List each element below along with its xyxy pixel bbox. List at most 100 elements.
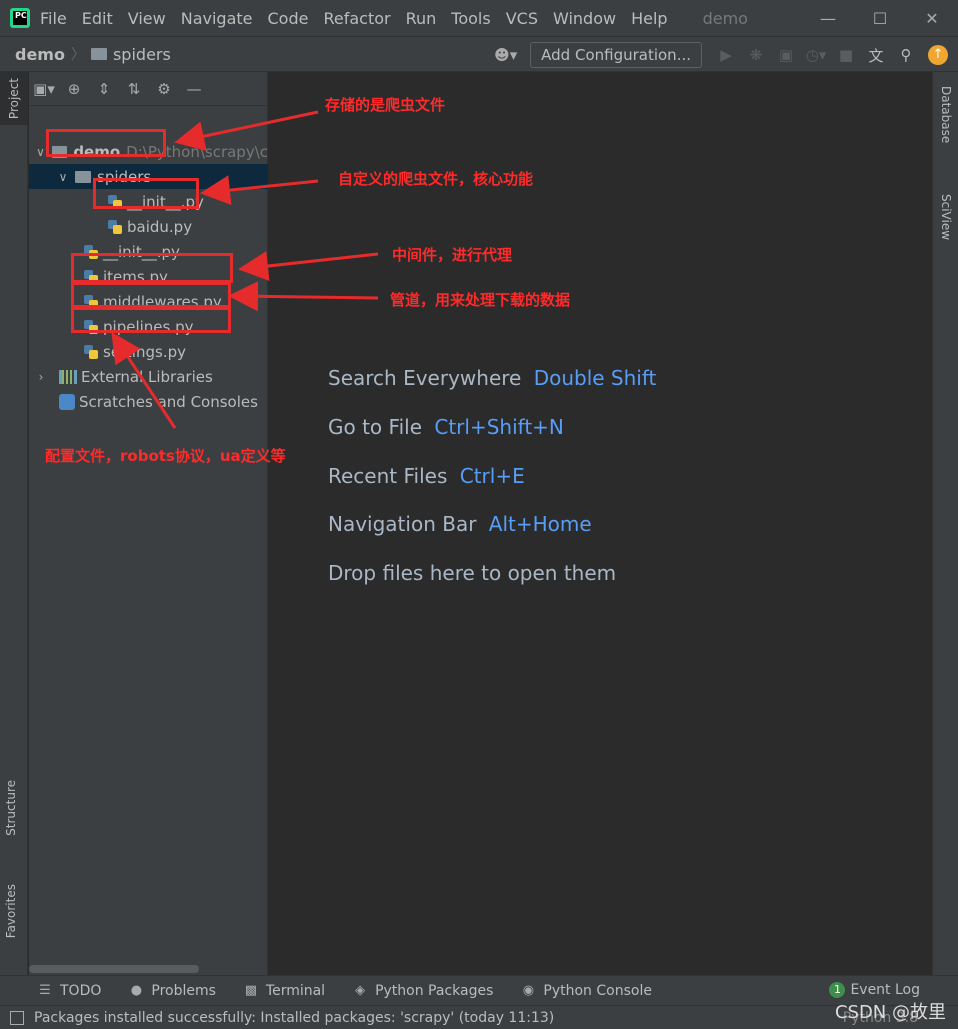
run-icon[interactable]: ▶ xyxy=(714,46,738,64)
menu-code[interactable]: Code xyxy=(268,9,309,28)
tree-external-libraries-label: External Libraries xyxy=(81,367,213,386)
tree-external-libraries[interactable]: › External Libraries xyxy=(29,364,268,389)
tab-label: Problems xyxy=(151,982,216,999)
profile-icon[interactable]: ◷▾ xyxy=(804,46,828,64)
expand-all-icon[interactable]: ⇕ xyxy=(89,80,119,98)
minimize-button[interactable]: — xyxy=(802,9,854,28)
maximize-button[interactable]: ☐ xyxy=(854,9,906,28)
locate-icon[interactable]: ⊕ xyxy=(59,80,89,98)
list-icon: ☰ xyxy=(39,983,51,998)
tab-label: Python Console xyxy=(543,982,652,999)
hint-shortcut: Double Shift xyxy=(533,366,657,390)
tab-python-console[interactable]: ◉ Python Console xyxy=(519,983,652,999)
hint-shortcut: Ctrl+E xyxy=(459,464,525,488)
menu-view[interactable]: View xyxy=(128,9,166,28)
hint-navigation-bar: Navigation Bar Alt+Home xyxy=(328,512,592,536)
user-icon[interactable]: ☻▾ xyxy=(494,46,520,64)
close-button[interactable]: ✕ xyxy=(906,9,958,28)
hint-shortcut: Alt+Home xyxy=(488,512,592,536)
annotation-spiders: 存储的是爬虫文件 xyxy=(325,96,446,114)
breadcrumb-project[interactable]: demo xyxy=(15,45,65,64)
tab-structure[interactable]: Structure xyxy=(4,780,18,836)
menu-bar: PC File Edit View Navigate Code Refactor… xyxy=(0,0,958,36)
menu-tools[interactable]: Tools xyxy=(451,9,490,28)
menu-navigate[interactable]: Navigate xyxy=(181,9,253,28)
hint-label: Navigation Bar xyxy=(328,512,477,536)
menu-help[interactable]: Help xyxy=(631,9,667,28)
tree-file-label: settings.py xyxy=(103,342,186,361)
menu-edit[interactable]: Edit xyxy=(82,9,113,28)
tab-label: Event Log xyxy=(850,982,920,998)
tab-label: Python Packages xyxy=(375,982,494,999)
status-bar: Packages installed successfully: Install… xyxy=(0,1005,958,1029)
pycharm-logo-icon: PC xyxy=(10,8,30,28)
stop-icon[interactable]: ■ xyxy=(834,46,858,64)
tree-file-baidu[interactable]: baidu.py xyxy=(29,214,268,239)
tab-database[interactable]: Database xyxy=(939,86,953,143)
annotation-box-baidu xyxy=(93,178,199,209)
menu-refactor[interactable]: Refactor xyxy=(323,9,390,28)
tree-file-label: baidu.py xyxy=(127,217,193,236)
tab-problems[interactable]: ● Problems xyxy=(127,983,216,999)
packages-icon: ◈ xyxy=(355,983,366,998)
tab-favorites[interactable]: Favorites xyxy=(4,884,18,938)
left-tool-stripe: Project Structure Favorites xyxy=(0,72,28,975)
annotation-box-settings xyxy=(71,307,231,333)
hint-search-everywhere: Search Everywhere Double Shift xyxy=(328,366,656,390)
annotation-settings: 配置文件，robots协议，ua定义等 xyxy=(45,447,286,465)
library-icon xyxy=(59,369,77,384)
annotation-box-spiders xyxy=(46,129,166,157)
folder-icon xyxy=(90,48,107,60)
window-title: demo xyxy=(702,8,748,28)
problems-icon: ● xyxy=(130,983,143,998)
run-toolbar: ☻▾ Add Configuration... ▶ ❋ ▣ ◷▾ ■ 文 ⚲ ↑ xyxy=(494,37,948,73)
python-console-icon: ◉ xyxy=(522,983,535,998)
annotation-middlewares: 中间件，进行代理 xyxy=(392,246,513,264)
annotation-baidu: 自定义的爬虫文件，核心功能 xyxy=(338,170,534,188)
tab-sciview[interactable]: SciView xyxy=(939,194,953,240)
chevron-down-icon[interactable]: ∨ xyxy=(55,170,71,184)
hint-drop-files: Drop files here to open them xyxy=(328,561,617,585)
tab-event-log[interactable]: 1 Event Log xyxy=(829,982,920,998)
chevron-right-icon[interactable]: › xyxy=(33,370,49,384)
tab-terminal[interactable]: ▩ Terminal xyxy=(242,983,325,999)
tab-python-packages[interactable]: ◈ Python Packages xyxy=(351,983,493,999)
menu-window[interactable]: Window xyxy=(553,9,616,28)
toggle-tool-windows-icon[interactable] xyxy=(10,1010,24,1025)
collapse-all-icon[interactable]: ⇅ xyxy=(119,80,149,98)
coverage-icon[interactable]: ▣ xyxy=(774,46,798,64)
folder-icon xyxy=(75,170,91,183)
tool-window-bar: ☰ TODO ● Problems ▩ Terminal ◈ Python Packag… xyxy=(0,975,958,1005)
tree-file-settings[interactable]: settings.py xyxy=(29,339,268,364)
annotation-pipelines: 管道，用来处理下载的数据 xyxy=(390,291,571,309)
watermark: CSDN @故里 xyxy=(834,1002,946,1023)
tab-label: TODO xyxy=(60,982,102,999)
menu-vcs[interactable]: VCS xyxy=(506,9,538,28)
hide-panel-icon[interactable]: — xyxy=(179,80,209,98)
tree-scratches-label: Scratches and Consoles xyxy=(79,392,258,411)
terminal-icon: ▩ xyxy=(244,983,258,998)
horizontal-scrollbar[interactable] xyxy=(29,965,199,973)
tab-todo[interactable]: ☰ TODO xyxy=(36,983,101,999)
tab-label: Terminal xyxy=(265,982,326,999)
hint-label: Go to File xyxy=(328,415,422,439)
window-controls: — ☐ ✕ xyxy=(802,0,958,36)
translate-icon[interactable]: 文 xyxy=(864,45,888,66)
menu-file[interactable]: File xyxy=(40,9,67,28)
debug-icon[interactable]: ❋ xyxy=(744,46,768,64)
breadcrumb-folder[interactable]: spiders xyxy=(113,45,171,64)
tab-project[interactable]: Project xyxy=(0,72,28,126)
menu-run[interactable]: Run xyxy=(406,9,437,28)
scratches-icon xyxy=(59,393,75,410)
annotation-box-middlewares xyxy=(71,253,233,283)
settings-gear-icon[interactable]: ⚙ xyxy=(149,80,179,98)
editor-area: Search Everywhere Double Shift Go to Fil… xyxy=(269,72,932,975)
update-icon[interactable]: ↑ xyxy=(928,45,948,65)
tree-scratches[interactable]: Scratches and Consoles xyxy=(29,389,268,414)
status-message: Packages installed successfully: Install… xyxy=(34,1009,555,1026)
add-configuration-button[interactable]: Add Configuration... xyxy=(530,42,702,68)
hint-recent-files: Recent Files Ctrl+E xyxy=(328,464,525,488)
search-icon[interactable]: ⚲ xyxy=(894,46,918,64)
hint-label: Recent Files xyxy=(328,464,448,488)
view-selector-icon[interactable]: ▣▾ xyxy=(29,80,59,98)
